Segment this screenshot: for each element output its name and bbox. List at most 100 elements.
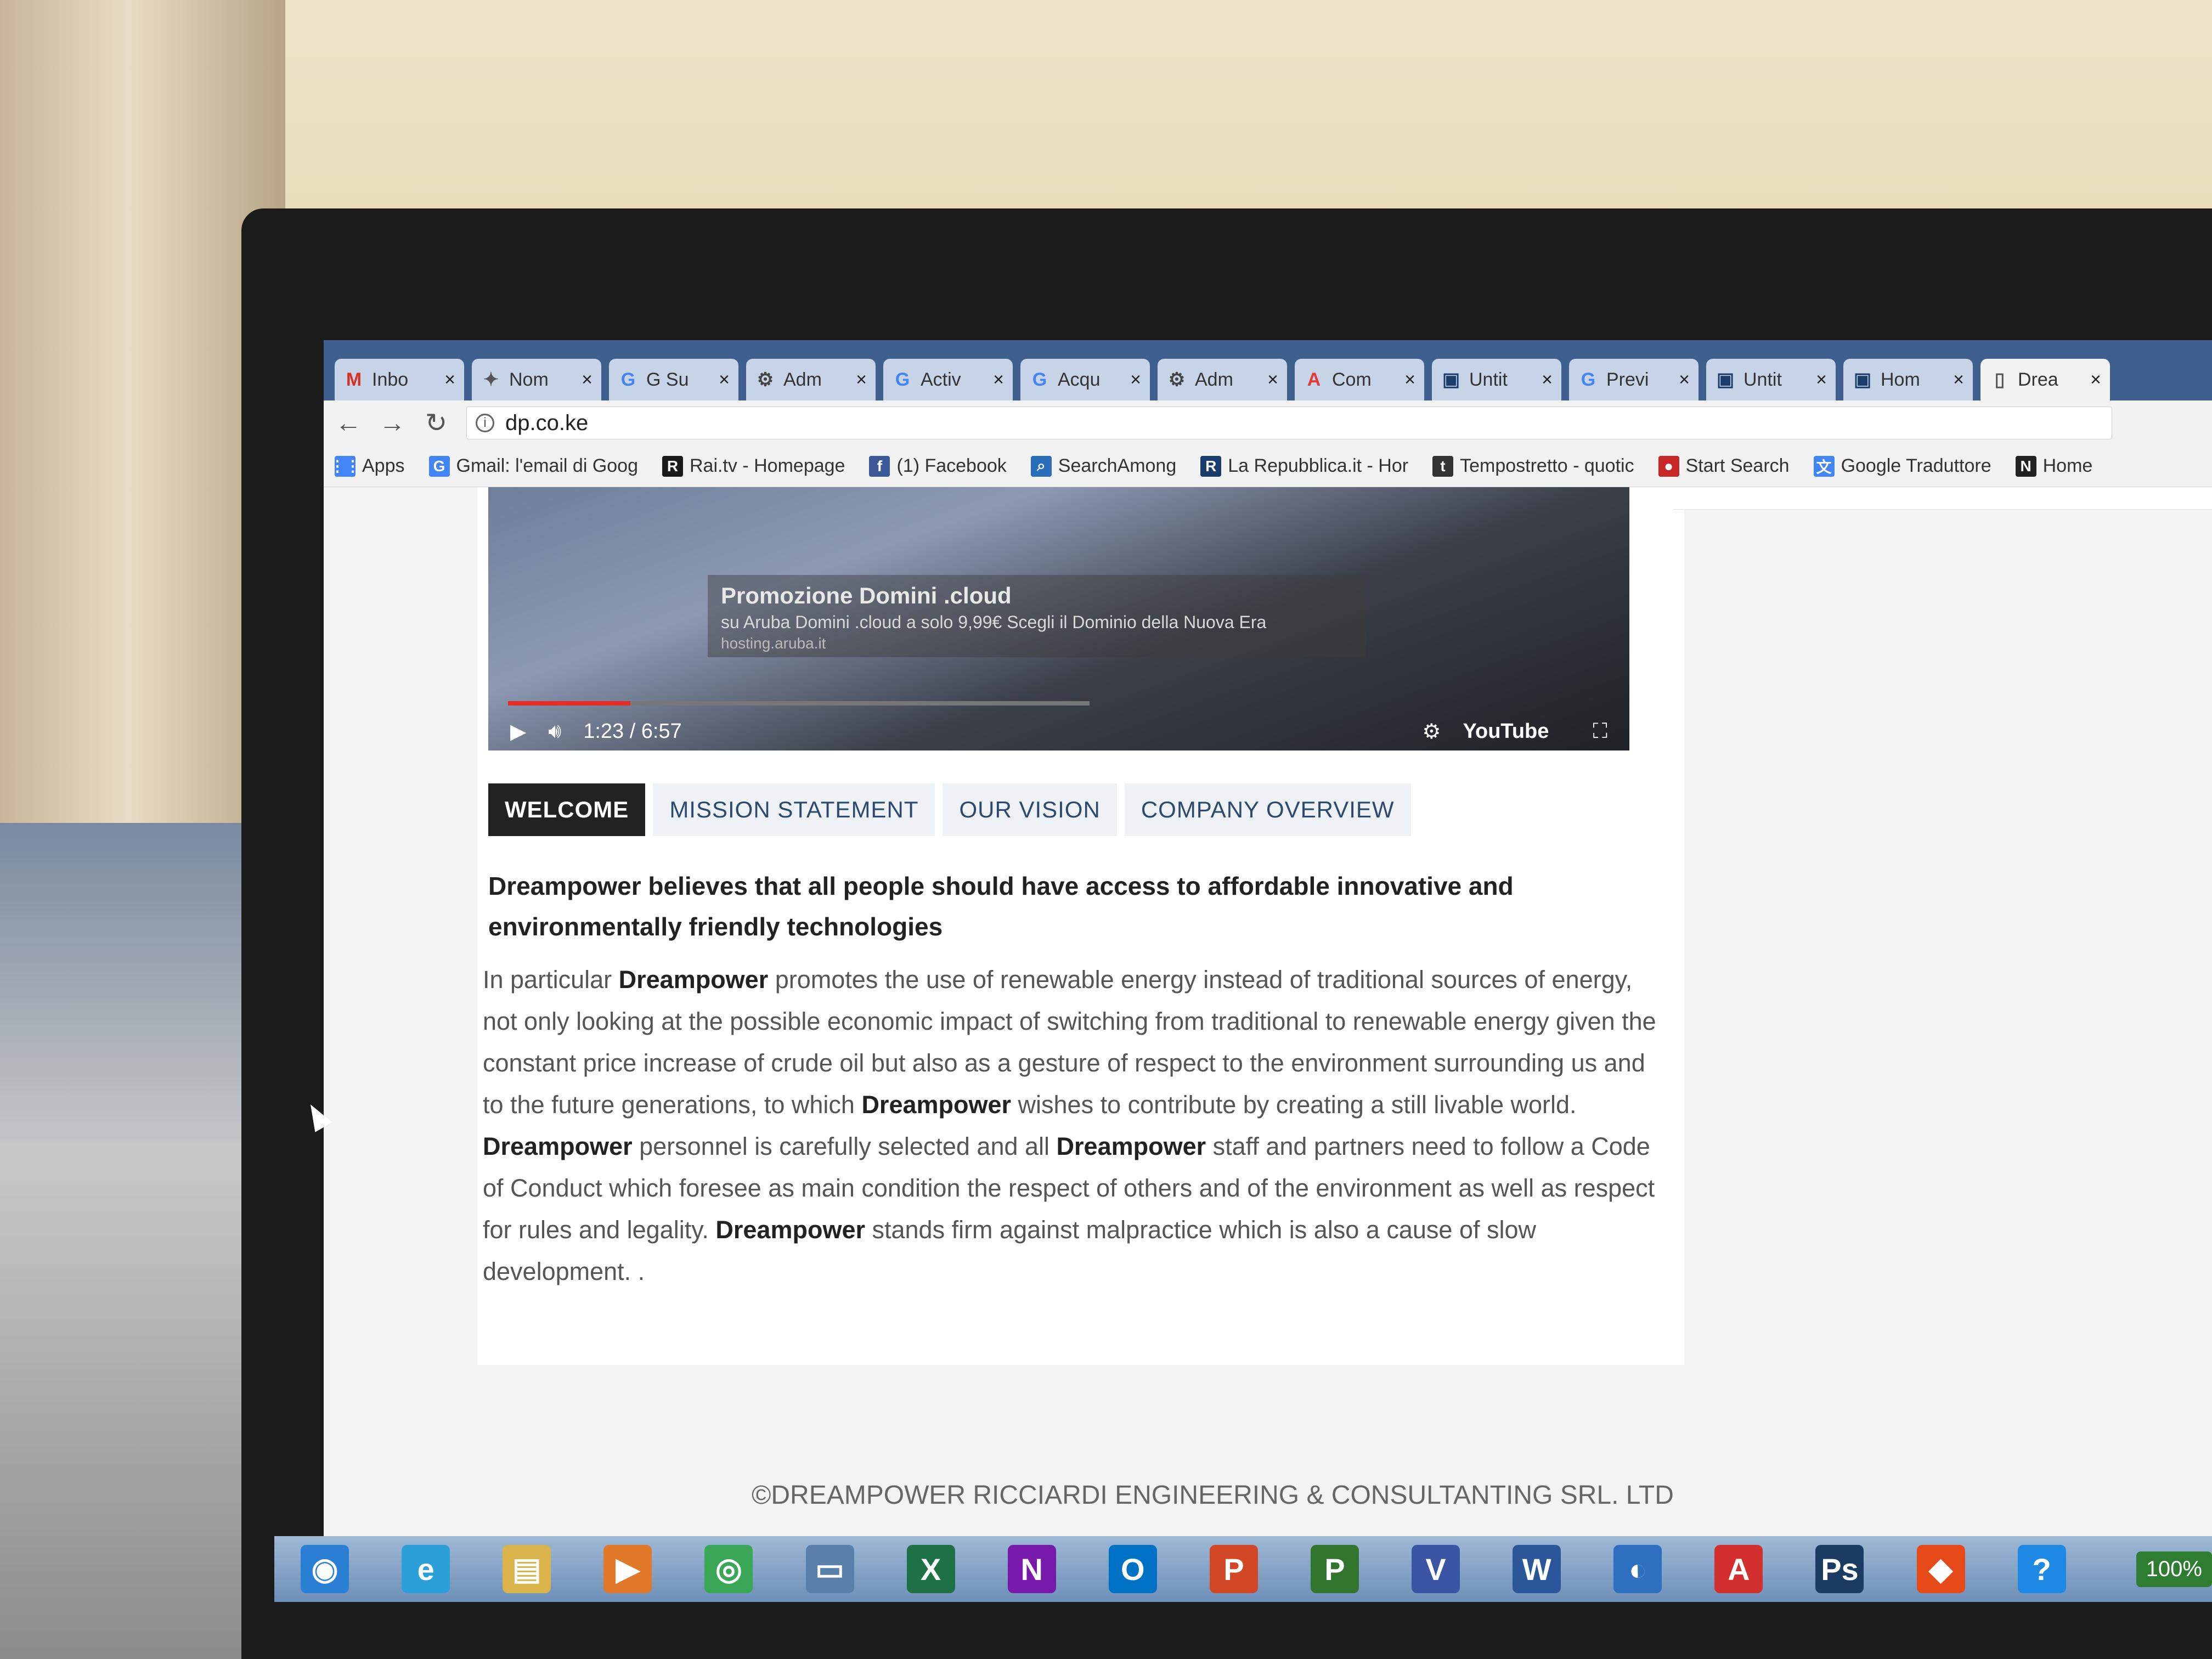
youtube-video-player[interactable]: Promozione Domini .cloud su Aruba Domini… — [488, 487, 1629, 751]
bookmark-item[interactable]: t Tempostretto - quotic — [1432, 455, 1634, 477]
google-icon: G — [1032, 369, 1047, 390]
tab-close-icon[interactable]: × — [1953, 369, 1964, 391]
settings-gear-icon[interactable]: ⚙ — [1422, 719, 1441, 744]
brand-name: Dreampower — [618, 966, 769, 994]
bookmark-item[interactable]: R Rai.tv - Homepage — [662, 455, 845, 477]
forward-arrow-icon[interactable]: → — [373, 404, 411, 442]
browser-tab[interactable]: G G Su × — [609, 359, 738, 400]
browser-tab[interactable]: A Com × — [1295, 359, 1424, 400]
browser-tab[interactable]: ⚙ Adm × — [1158, 359, 1287, 400]
video-time: 1:23 / 6:57 — [583, 719, 682, 743]
tab-strip: M Inbo × ✦ Nom × G G Su × ⚙ Adm × G Activ × G Acqu × ⚙ Adm ×… — [324, 340, 2212, 400]
right-panel — [1673, 487, 2212, 510]
media-player-icon[interactable]: ▶ — [588, 1539, 667, 1599]
zoom-indicator[interactable]: 100% — [2136, 1551, 2212, 1587]
tab-close-icon[interactable]: × — [856, 369, 867, 391]
reload-icon[interactable]: ↻ — [417, 404, 455, 442]
tab-close-icon[interactable]: × — [1542, 369, 1553, 391]
video-progress-bar[interactable] — [508, 701, 1090, 706]
facebook-icon: f — [869, 455, 890, 477]
office-tools-icon[interactable]: ◆ — [1901, 1539, 1980, 1599]
tab-mission-statement[interactable]: MISSION STATEMENT — [653, 783, 935, 836]
bookmark-item[interactable]: ⌕ SearchAmong — [1030, 455, 1176, 477]
project-icon[interactable]: P — [1295, 1539, 1374, 1599]
youtube-logo[interactable]: YouTube — [1463, 720, 1549, 743]
bookmark-item[interactable]: f (1) Facebook — [869, 455, 1007, 477]
bookmark-item[interactable]: 文 Google Traduttore — [1813, 455, 1991, 477]
visio-icon[interactable]: V — [1396, 1539, 1475, 1599]
body-text-span: In particular — [483, 966, 619, 994]
browser-tab[interactable]: ▣ Untit × — [1706, 359, 1836, 400]
browser-tab-label: Inbo — [372, 369, 409, 390]
repubblica-icon: R — [1200, 455, 1222, 477]
browser-tab[interactable]: M Inbo × — [335, 359, 464, 400]
tab-company-overview[interactable]: COMPANY OVERVIEW — [1124, 783, 1411, 836]
internet-explorer-icon[interactable]: e — [386, 1539, 465, 1599]
chrome-icon[interactable]: ◎ — [689, 1539, 768, 1599]
play-icon[interactable]: ▶ — [510, 719, 526, 744]
browser-tab[interactable]: ▣ Hom × — [1843, 359, 1973, 400]
url-text: dp.co.ke — [505, 410, 589, 435]
bookmarks-bar: ⋮⋮ Apps G Gmail: l'email di Goog R Rai.tv - H… — [324, 445, 2212, 487]
bookmark-item[interactable]: G Gmail: l'email di Goog — [428, 455, 638, 477]
body-paragraph: In particular Dreampower promotes the us… — [483, 959, 1657, 1293]
browser-tab[interactable]: ▯ Drea × — [1980, 359, 2110, 400]
tab-close-icon[interactable]: × — [1130, 369, 1141, 391]
tab-close-icon[interactable]: × — [2090, 369, 2101, 391]
google-icon: G — [895, 369, 910, 390]
tab-close-icon[interactable]: × — [1267, 369, 1278, 391]
bookmark-label: Start Search — [1685, 455, 1790, 476]
fullscreen-icon[interactable]: ⛶ — [1593, 720, 1607, 743]
browser-tab[interactable]: G Previ × — [1569, 359, 1699, 400]
tab-close-icon[interactable]: × — [444, 369, 455, 391]
bookmark-label: Home — [2042, 455, 2093, 476]
excel-icon[interactable]: X — [891, 1539, 970, 1599]
tab-close-icon[interactable]: × — [993, 369, 1004, 391]
brand-name: Dreampower — [715, 1216, 865, 1244]
app-window-icon[interactable]: ▭ — [790, 1539, 869, 1599]
bookmark-item[interactable]: ● Start Search — [1658, 455, 1790, 477]
browser-tab-label: Com — [1332, 369, 1372, 390]
ad-overlay[interactable]: Promozione Domini .cloud su Aruba Domini… — [708, 575, 1366, 657]
photoshop-icon[interactable]: Ps — [1800, 1539, 1879, 1599]
site-info-icon[interactable]: i — [476, 414, 494, 432]
address-bar[interactable]: i dp.co.ke — [466, 407, 2112, 439]
help-icon[interactable]: ? — [2002, 1539, 2081, 1599]
tab-close-icon[interactable]: × — [719, 369, 730, 391]
browser-tab[interactable]: G Activ × — [883, 359, 1013, 400]
bookmark-item[interactable]: ⋮⋮ Apps — [330, 455, 405, 477]
browser-tab[interactable]: G Acqu × — [1020, 359, 1150, 400]
powerpoint-icon[interactable]: P — [1194, 1539, 1273, 1599]
file-explorer-icon[interactable]: ▤ — [487, 1539, 566, 1599]
body-text-span: personnel is carefully selected and all — [632, 1132, 1057, 1160]
tab-our-vision[interactable]: OUR VISION — [943, 783, 1117, 836]
toolbar: ← → ↻ i dp.co.ke — [324, 400, 2212, 445]
browser-tab[interactable]: ✦ Nom × — [472, 359, 601, 400]
bookmark-item[interactable]: N Home — [2015, 455, 2093, 477]
outlook-icon[interactable]: O — [1093, 1539, 1172, 1599]
browser-tab[interactable]: ▣ Untit × — [1432, 359, 1561, 400]
tab-close-icon[interactable]: × — [582, 369, 592, 391]
back-arrow-icon[interactable]: ← — [329, 404, 368, 442]
gmail-icon: M — [346, 369, 362, 390]
aruba-icon: A — [1307, 369, 1321, 390]
acrobat-icon[interactable]: A — [1699, 1539, 1778, 1599]
browser-tab-label: Activ — [921, 369, 961, 390]
browser-tab[interactable]: ⚙ Adm × — [746, 359, 876, 400]
lead-paragraph: Dreampower believes that all people shou… — [488, 872, 1514, 941]
tab-close-icon[interactable]: × — [1404, 369, 1415, 391]
ad-subtitle: su Aruba Domini .cloud a solo 9,99€ Sceg… — [721, 612, 1267, 632]
onenote-icon[interactable]: N — [992, 1539, 1071, 1599]
magnifier-icon: ⌕ — [1030, 455, 1052, 477]
start-search-icon: ● — [1658, 455, 1679, 477]
bookmark-label: Google Traduttore — [1841, 455, 1991, 476]
tab-close-icon[interactable]: × — [1679, 369, 1690, 391]
bookmark-item[interactable]: R La Repubblica.it - Hor — [1200, 455, 1408, 477]
tab-welcome[interactable]: WELCOME — [488, 783, 646, 836]
word-icon[interactable]: W — [1497, 1539, 1576, 1599]
tab-close-icon[interactable]: × — [1816, 369, 1827, 391]
thunderbird-icon[interactable]: ◐ — [1598, 1539, 1677, 1599]
start-orb-icon[interactable]: ◉ — [285, 1539, 364, 1599]
browser-tab-label: Drea — [2018, 369, 2058, 390]
volume-icon[interactable]: 🔊︎ — [548, 720, 561, 743]
